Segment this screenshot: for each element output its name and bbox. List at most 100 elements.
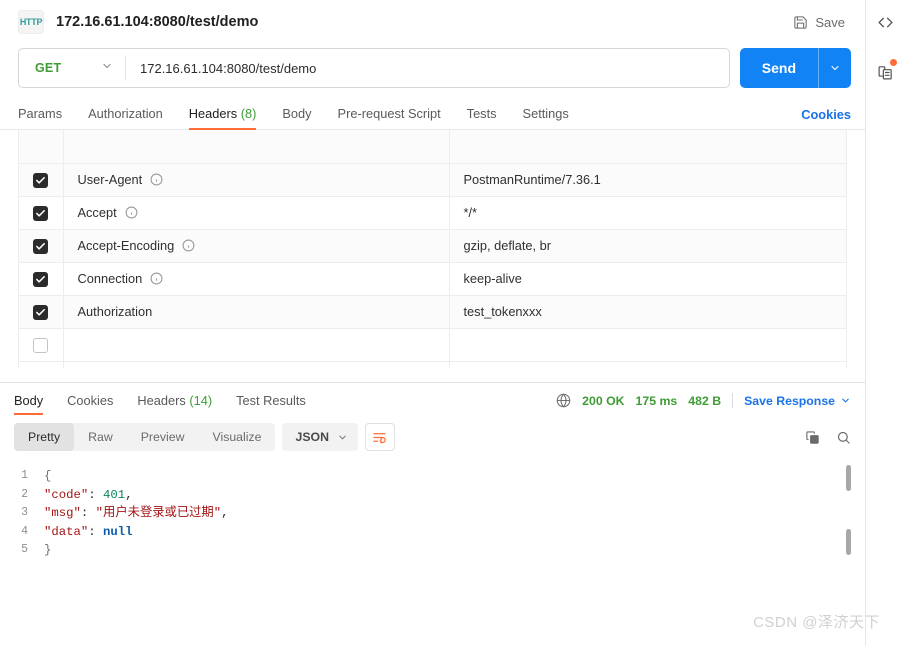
response-actions <box>805 430 851 445</box>
info-icon[interactable] <box>150 272 163 285</box>
code-line: 5 } <box>0 541 865 560</box>
checkbox-checked[interactable] <box>33 206 48 221</box>
header-checkbox-cell[interactable] <box>19 229 63 262</box>
checkbox-checked[interactable] <box>33 173 48 188</box>
response-format-toolbar: Pretty Raw Preview Visualize JSON <box>0 415 865 457</box>
header-key-cell[interactable]: User-Agent <box>63 163 449 196</box>
response-tab-test-results[interactable]: Test Results <box>236 393 306 415</box>
format-segmented-control: Pretty Raw Preview Visualize <box>14 423 275 451</box>
response-body-viewer[interactable]: 1 { 2 "code": 401, 3 "msg": "用户未登录或已过期",… <box>0 457 865 597</box>
format-visualize[interactable]: Visualize <box>198 423 275 451</box>
header-checkbox-cell[interactable] <box>19 163 63 196</box>
info-icon[interactable] <box>125 206 138 219</box>
right-sidebar <box>865 0 904 646</box>
url-input[interactable] <box>126 49 729 87</box>
network-globe-icon[interactable] <box>556 393 571 408</box>
copy-icon <box>805 430 820 445</box>
response-body-scrollbar-vertical[interactable] <box>846 465 851 491</box>
response-time: 175 ms <box>636 394 678 408</box>
table-row[interactable]: Accept */* <box>19 196 846 229</box>
header-checkbox-cell[interactable] <box>19 328 63 361</box>
cookies-link[interactable]: Cookies <box>801 107 851 122</box>
send-button[interactable]: Send <box>740 48 818 88</box>
line-number: 2 <box>0 486 44 505</box>
header-key-cell[interactable]: Accept-Encoding <box>63 229 449 262</box>
response-tab-cookies[interactable]: Cookies <box>67 393 113 415</box>
tab-headers[interactable]: Headers (8) <box>189 106 257 129</box>
search-button[interactable] <box>836 430 851 445</box>
headers-table-scrollbar[interactable] <box>846 202 847 350</box>
tab-pre-request-script[interactable]: Pre-request Script <box>338 106 441 129</box>
checkbox-checked[interactable] <box>33 239 48 254</box>
header-key-cell[interactable]: Accept <box>63 196 449 229</box>
code-line: 4 "data": null <box>0 523 865 542</box>
code-text: "code": 401, <box>44 486 133 505</box>
response-body-scrollbar-secondary[interactable] <box>846 529 851 555</box>
info-icon[interactable] <box>182 239 195 252</box>
status-code: 200 OK <box>582 394 624 408</box>
save-response-button[interactable]: Save Response <box>744 394 851 408</box>
check-icon <box>35 208 46 219</box>
word-wrap-button[interactable] <box>365 423 395 451</box>
documentation-button[interactable] <box>871 58 899 86</box>
checkbox-checked[interactable] <box>33 305 48 320</box>
header-key-cell[interactable] <box>63 328 449 361</box>
header-checkbox-cell[interactable] <box>19 295 63 328</box>
response-tab-body[interactable]: Body <box>14 393 43 415</box>
request-tabs: Params Authorization Headers (8) Body Pr… <box>0 98 865 130</box>
tab-settings[interactable]: Settings <box>523 106 569 129</box>
save-button[interactable]: Save <box>787 11 851 34</box>
check-icon <box>35 241 46 252</box>
table-row[interactable]: Accept-Encoding gzip, deflate, br <box>19 229 846 262</box>
language-selector[interactable]: JSON <box>282 423 358 451</box>
protocol-badge: HTTP <box>18 10 44 34</box>
method-label: GET <box>35 61 61 75</box>
check-icon <box>35 175 46 186</box>
format-raw[interactable]: Raw <box>74 423 127 451</box>
checkbox-checked[interactable] <box>33 272 48 287</box>
send-options-button[interactable] <box>819 48 851 88</box>
response-tab-headers[interactable]: Headers (14) <box>137 393 212 415</box>
header-value-cell[interactable]: */* <box>449 196 846 229</box>
header-value-cell[interactable] <box>449 328 846 361</box>
header-value-cell[interactable]: keep-alive <box>449 262 846 295</box>
tab-tests[interactable]: Tests <box>467 106 497 129</box>
header-value-cell[interactable]: gzip, deflate, br <box>449 229 846 262</box>
code-text: "data": null <box>44 523 133 542</box>
table-row[interactable]: Connection keep-alive <box>19 262 846 295</box>
tab-authorization[interactable]: Authorization <box>88 106 163 129</box>
table-row-placeholder[interactable]: Key Value <box>19 361 846 368</box>
checkbox-unchecked[interactable] <box>33 338 48 353</box>
header-checkbox-cell[interactable] <box>19 262 63 295</box>
table-row-partial <box>19 130 846 163</box>
tab-body[interactable]: Body <box>282 106 311 129</box>
new-header-value-input[interactable]: Value <box>449 361 846 368</box>
save-icon <box>793 15 808 30</box>
method-selector[interactable]: GET <box>19 49 125 87</box>
line-number: 4 <box>0 523 44 542</box>
table-row[interactable]: Authorization test_tokenxxx <box>19 295 846 328</box>
check-icon <box>35 307 46 318</box>
header-key-cell[interactable]: Connection <box>63 262 449 295</box>
format-preview[interactable]: Preview <box>127 423 199 451</box>
copy-button[interactable] <box>805 430 820 445</box>
table-row-empty[interactable] <box>19 328 846 361</box>
json-value: null <box>103 525 133 539</box>
tab-params[interactable]: Params <box>18 106 62 129</box>
header-value-cell[interactable]: PostmanRuntime/7.36.1 <box>449 163 846 196</box>
request-header: HTTP 172.16.61.104:8080/test/demo Save <box>0 0 865 44</box>
new-header-key-input[interactable]: Key <box>63 361 449 368</box>
request-title: 172.16.61.104:8080/test/demo <box>56 14 258 30</box>
json-value: "用户未登录或已过期" <box>96 506 221 520</box>
info-icon[interactable] <box>150 173 163 186</box>
table-row[interactable]: User-Agent PostmanRuntime/7.36.1 <box>19 163 846 196</box>
send-button-group[interactable]: Send <box>740 48 851 88</box>
format-pretty[interactable]: Pretty <box>14 423 74 451</box>
response-meta: 200 OK 175 ms 482 B Save Response <box>556 393 851 408</box>
code-snippet-button[interactable] <box>871 8 899 36</box>
response-size: 482 B <box>688 394 721 408</box>
header-checkbox-cell[interactable] <box>19 196 63 229</box>
header-value-cell[interactable]: test_tokenxxx <box>449 295 846 328</box>
language-label: JSON <box>295 430 329 444</box>
header-key-cell[interactable]: Authorization <box>63 295 449 328</box>
